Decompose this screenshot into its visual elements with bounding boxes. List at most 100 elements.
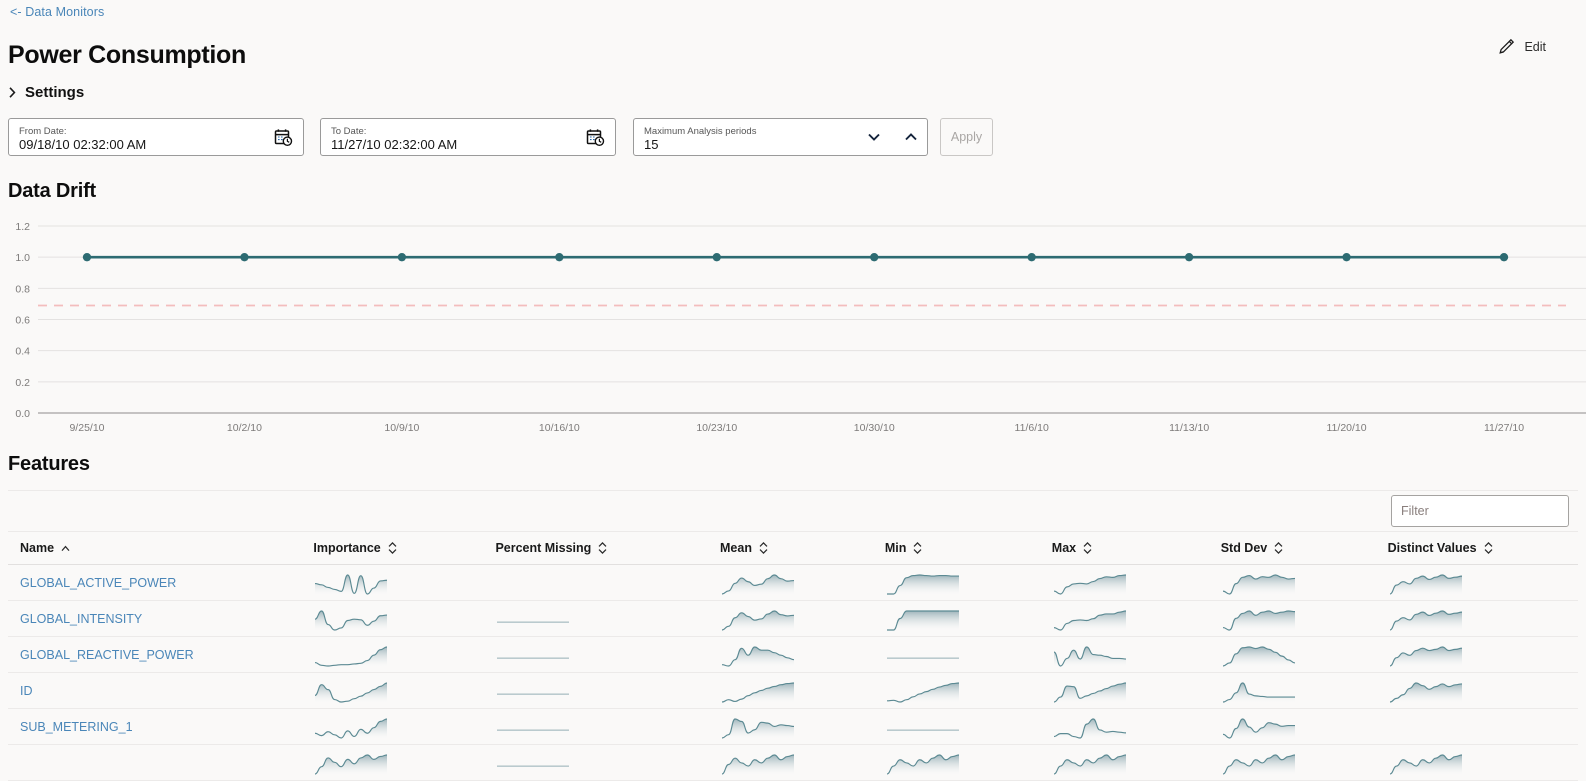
sort-toggle-icon[interactable]: [759, 542, 768, 554]
feature-name-link[interactable]: GLOBAL_ACTIVE_POWER: [20, 576, 176, 590]
sparkline-max: [1053, 717, 1126, 740]
to-date-field[interactable]: To Date: 11/27/10 02:32:00 AM: [320, 118, 616, 156]
sort-toggle-icon[interactable]: [598, 542, 607, 554]
sparkline-cell-max: [1039, 600, 1209, 637]
max-analysis-periods-field[interactable]: Maximum Analysis periods 15: [633, 118, 928, 156]
x-tick-label: 11/20/10: [1327, 422, 1367, 434]
feature-name-cell: GLOBAL_ACTIVE_POWER: [8, 564, 302, 601]
sparkline-mean: [721, 645, 795, 668]
drift-data-point: [82, 252, 92, 262]
table-row[interactable]: GLOBAL_REACTIVE_POWER: [8, 636, 1578, 673]
column-header-label: Max: [1051, 541, 1077, 555]
sparkline-cell-distinct: [1375, 708, 1578, 745]
x-tick-label: 10/9/10: [384, 422, 419, 434]
sparkline-max: [1053, 753, 1126, 776]
sparkline-imp: [315, 609, 388, 632]
calendar-clock-icon[interactable]: [586, 128, 605, 147]
x-tick-label: 10/23/10: [696, 422, 737, 434]
feature-name-link[interactable]: GLOBAL_REACTIVE_POWER: [20, 648, 194, 662]
edit-label: Edit: [1524, 39, 1546, 54]
column-header-pm[interactable]: Percent Missing: [483, 532, 708, 565]
pencil-icon: [1498, 38, 1515, 55]
column-header-std[interactable]: Std Dev: [1208, 532, 1376, 565]
feature-name-link[interactable]: ID: [20, 684, 33, 698]
column-header-label: Mean: [720, 541, 752, 555]
table-row[interactable]: [8, 744, 1578, 781]
sparkline-std: [1222, 717, 1295, 740]
drift-data-point: [870, 252, 879, 262]
sparkline-max: [1053, 645, 1126, 668]
feature-name-link[interactable]: SUB_METERING_1: [20, 720, 133, 734]
sparkline-cell-distinct: [1375, 672, 1578, 709]
sort-toggle-icon[interactable]: [1083, 542, 1092, 554]
table-row[interactable]: GLOBAL_ACTIVE_POWER: [8, 564, 1578, 601]
sparkline-cell-std: [1208, 600, 1376, 637]
sparkline-pm: [497, 657, 570, 659]
features-filter-bar: [8, 490, 1578, 532]
sparkline-cell-mean: [708, 564, 873, 601]
apply-button[interactable]: Apply: [940, 118, 993, 156]
drift-data-point: [397, 252, 407, 262]
column-header-label: Importance: [313, 541, 381, 555]
sparkline-cell-distinct: [1375, 600, 1578, 637]
column-header-max[interactable]: Max: [1039, 532, 1209, 565]
y-tick-label: 0.6: [15, 315, 30, 327]
drift-data-point: [1499, 252, 1509, 262]
column-header-name[interactable]: Name: [8, 532, 302, 565]
sparkline-pm: [497, 765, 570, 767]
sort-toggle-icon[interactable]: [913, 542, 922, 554]
settings-disclosure[interactable]: Settings: [8, 84, 84, 101]
feature-name-cell: ID: [8, 672, 302, 709]
chevron-up-icon[interactable]: [903, 129, 919, 145]
sparkline-cell-std: [1208, 708, 1376, 745]
sort-toggle-icon[interactable]: [388, 542, 397, 554]
sparkline-pm: [497, 621, 570, 623]
breadcrumb-data-monitors[interactable]: <- Data Monitors: [10, 5, 104, 19]
sparkline-cell-mean: [708, 600, 873, 637]
table-row[interactable]: SUB_METERING_1: [8, 708, 1578, 745]
drift-data-point: [240, 252, 249, 262]
sort-toggle-icon[interactable]: [1274, 542, 1283, 554]
sparkline-cell-pm: [483, 564, 708, 601]
column-header-label: Distinct Values: [1387, 541, 1477, 555]
column-header-label: Name: [20, 541, 55, 555]
settings-controls: From Date: 09/18/10 02:32:00 AM To Date:…: [8, 118, 993, 156]
column-header-imp[interactable]: Importance: [301, 532, 484, 565]
sort-toggle-icon[interactable]: [1484, 542, 1493, 554]
sparkline-mean: [721, 681, 795, 704]
sparkline-std: [1222, 645, 1295, 668]
table-row[interactable]: GLOBAL_INTENSITY: [8, 600, 1578, 637]
feature-name-cell: GLOBAL_INTENSITY: [8, 600, 302, 637]
sparkline-cell-distinct: [1375, 564, 1578, 601]
table-row[interactable]: ID: [8, 672, 1578, 709]
feature-name-link[interactable]: GLOBAL_INTENSITY: [20, 612, 142, 626]
x-tick-label: 10/30/10: [854, 422, 895, 434]
sparkline-min: [886, 657, 959, 659]
column-header-mean[interactable]: Mean: [708, 532, 873, 565]
sparkline-max: [1053, 573, 1126, 596]
sparkline-cell-mean: [708, 636, 873, 673]
sparkline-distinct: [1389, 609, 1462, 632]
column-header-min[interactable]: Min: [872, 532, 1040, 565]
feature-name-cell: SUB_METERING_1: [8, 708, 302, 745]
calendar-clock-icon[interactable]: [274, 128, 293, 147]
column-header-distinct[interactable]: Distinct Values: [1375, 532, 1578, 565]
sparkline-min: [886, 753, 959, 776]
x-tick-label: 11/27/10: [1484, 422, 1524, 434]
column-header-label: Min: [884, 541, 907, 555]
column-header-label: Std Dev: [1220, 541, 1268, 555]
sparkline-cell-min: [872, 600, 1040, 637]
from-date-field[interactable]: From Date: 09/18/10 02:32:00 AM: [8, 118, 304, 156]
feature-name-cell: [8, 744, 302, 781]
drift-data-point: [1342, 252, 1351, 262]
filter-input[interactable]: [1391, 495, 1569, 527]
sort-ascending-icon[interactable]: [61, 545, 70, 552]
y-tick-label: 1.0: [15, 252, 30, 264]
sparkline-cell-mean: [708, 744, 873, 781]
sparkline-cell-min: [872, 744, 1040, 781]
chevron-down-icon[interactable]: [866, 129, 882, 145]
table-header-row: Name Importance Percent Missing Mean Min Max S…: [8, 532, 1578, 565]
sparkline-cell-pm: [483, 744, 708, 781]
sparkline-cell-imp: [301, 564, 484, 601]
edit-button[interactable]: Edit: [1498, 38, 1546, 55]
